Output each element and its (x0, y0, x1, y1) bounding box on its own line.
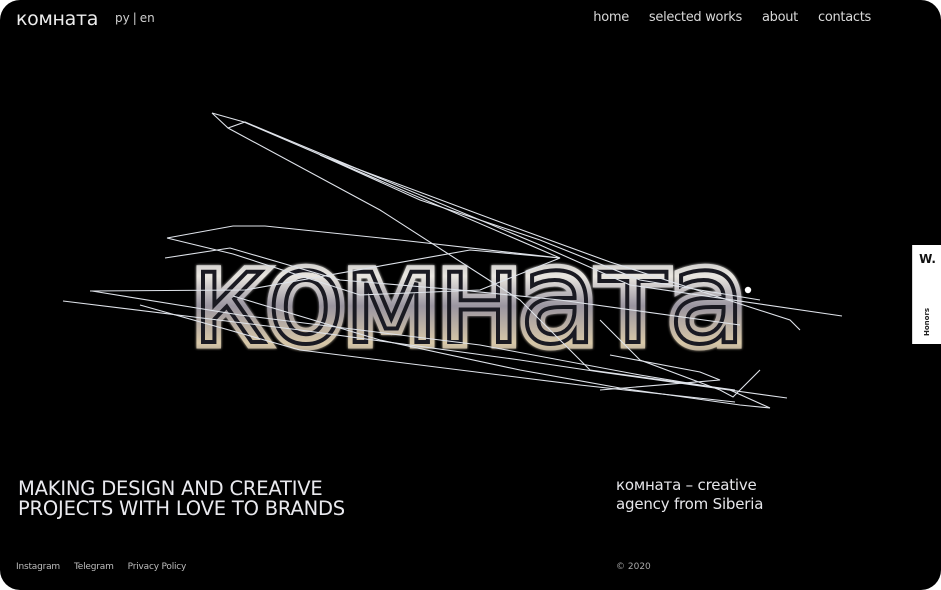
honors-label: Honors (923, 307, 931, 336)
agency-description-line-1: комната – creative (616, 476, 757, 494)
footer-link-instagram[interactable]: Instagram (16, 562, 60, 572)
footer-links: Instagram Telegram Privacy Policy (16, 562, 186, 572)
tagline-line-1: MAKING DESIGN AND CREATIVE (18, 477, 323, 500)
nav-home[interactable]: home (593, 10, 629, 25)
cursor-dot (744, 286, 752, 294)
page-frame: комната комната комната ру | en home sel… (0, 0, 941, 590)
language-switcher: ру | en (115, 11, 155, 25)
lang-separator: | (132, 11, 137, 25)
nav-selected-works[interactable]: selected works (649, 10, 742, 25)
lang-en[interactable]: en (140, 11, 155, 25)
lang-ru[interactable]: ру (115, 11, 130, 25)
agency-description-line-2: agency from Siberia (616, 495, 764, 513)
footer-link-privacy-policy[interactable]: Privacy Policy (128, 562, 187, 572)
hero-wordmark-inner: комната (191, 224, 744, 373)
awwwards-w-icon: W. (919, 252, 936, 266)
agency-description: комната – creative agency from Siberia (616, 476, 763, 514)
logo[interactable]: комната (16, 8, 98, 30)
nav-contacts[interactable]: contacts (818, 10, 871, 25)
tagline-line-2: PROJECTS WITH LOVE TO BRANDS (18, 497, 345, 520)
tagline: MAKING DESIGN AND CREATIVE PROJECTS WITH… (18, 479, 345, 519)
nav-about[interactable]: about (762, 10, 798, 25)
honors-badge[interactable]: W. Honors (912, 245, 941, 344)
copyright: © 2020 (616, 562, 651, 572)
main-nav: home selected works about contacts (593, 10, 871, 25)
footer-link-telegram[interactable]: Telegram (74, 562, 114, 572)
